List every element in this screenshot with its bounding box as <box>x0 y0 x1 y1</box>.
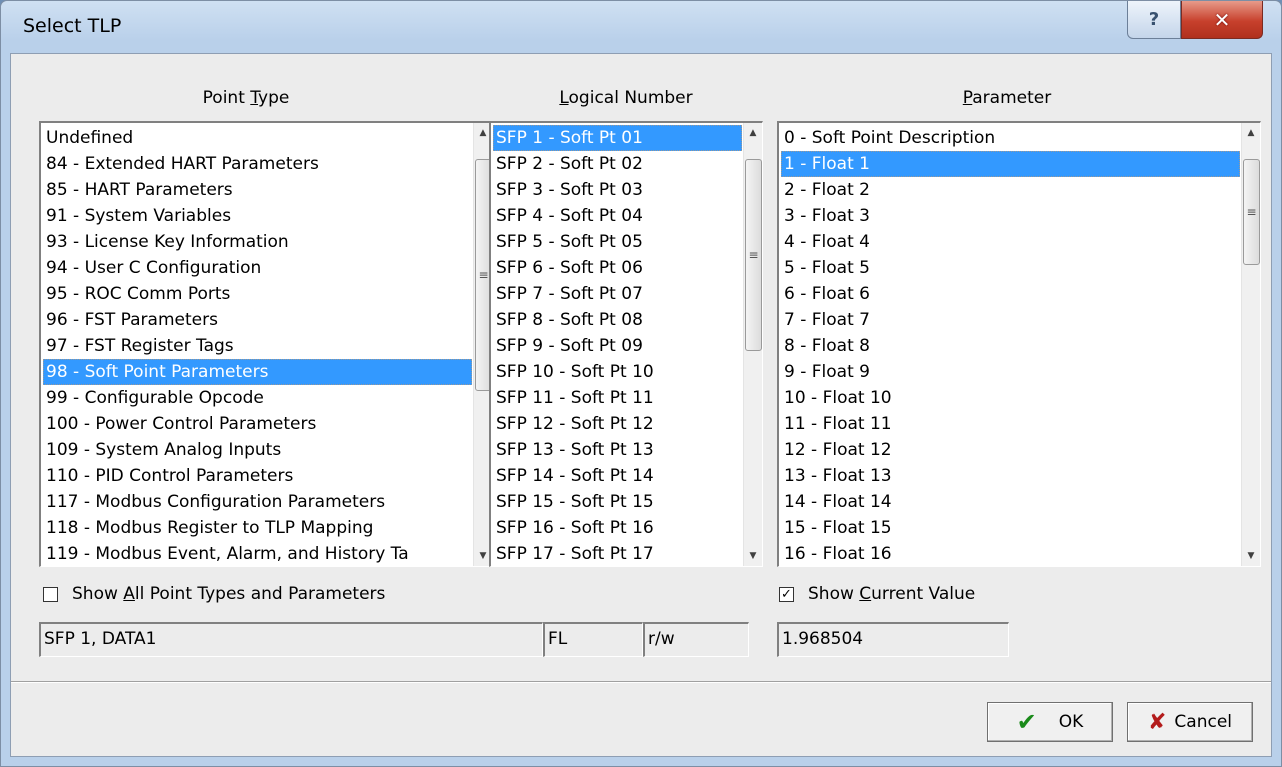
parameter-items: 0 - Soft Point Description 1 - Float 12 -… <box>781 125 1240 566</box>
point-type-item[interactable]: 96 - FST Parameters <box>43 307 472 333</box>
cancel-label: Cancel <box>1174 712 1233 732</box>
parameter-item[interactable]: 7 - Float 7 <box>781 307 1240 333</box>
logical-number-item[interactable]: SFP 2 - Soft Pt 02 <box>493 151 742 177</box>
logical-number-item[interactable]: SFP 3 - Soft Pt 03 <box>493 177 742 203</box>
parameter-item[interactable]: 8 - Float 8 <box>781 333 1240 359</box>
logical-number-item[interactable]: SFP 6 - Soft Pt 06 <box>493 255 742 281</box>
help-icon: ? <box>1148 9 1160 30</box>
point-type-item[interactable]: 117 - Modbus Configuration Parameters <box>43 489 472 515</box>
logical-number-item[interactable]: SFP 9 - Soft Pt 09 <box>493 333 742 359</box>
point-type-item[interactable]: 91 - System Variables <box>43 203 472 229</box>
parameter-item[interactable]: 12 - Float 12 <box>781 437 1240 463</box>
logical-number-item[interactable]: SFP 1 - Soft Pt 01 <box>493 125 742 151</box>
show-all-checkbox[interactable] <box>43 586 58 602</box>
point-type-header: Point Type <box>202 88 290 108</box>
separator-line <box>11 681 1271 683</box>
point-type-item[interactable]: 118 - Modbus Register to TLP Mapping <box>43 515 472 541</box>
parameter-listbox[interactable]: 0 - Soft Point Description 1 - Float 12 -… <box>777 121 1261 567</box>
logical-number-items: SFP 1 - Soft Pt 01 SFP 2 - Soft Pt 02 SFP … <box>493 125 742 566</box>
logical-number-scrollbar[interactable]: ▲ ≡ ▼ <box>743 123 762 566</box>
close-icon: ✕ <box>1213 7 1231 32</box>
close-button[interactable]: ✕ <box>1181 1 1263 39</box>
logical-number-item[interactable]: SFP 4 - Soft Pt 04 <box>493 203 742 229</box>
parameter-item[interactable]: 3 - Float 3 <box>781 203 1240 229</box>
logical-number-item[interactable]: SFP 8 - Soft Pt 08 <box>493 307 742 333</box>
logical-number-item[interactable]: SFP 16 - Soft Pt 16 <box>493 515 742 541</box>
scroll-down-arrow-icon[interactable]: ▼ <box>1242 546 1260 566</box>
logical-number-item[interactable]: SFP 7 - Soft Pt 07 <box>493 281 742 307</box>
logical-number-item[interactable]: SFP 12 - Soft Pt 12 <box>493 411 742 437</box>
parameter-item[interactable]: 5 - Float 5 <box>781 255 1240 281</box>
parameter-item[interactable]: 11 - Float 11 <box>781 411 1240 437</box>
point-type-listbox[interactable]: Undefined 84 - Extended HART Parameters 85… <box>39 121 493 567</box>
parameter-item[interactable]: 16 - Float 16 <box>781 541 1240 566</box>
parameter-item[interactable]: 14 - Float 14 <box>781 489 1240 515</box>
ok-button[interactable]: ✔ OK <box>987 702 1113 742</box>
point-type-item[interactable]: 119 - Modbus Event, Alarm, and History T… <box>43 541 472 566</box>
point-type-item[interactable]: 93 - License Key Information <box>43 229 472 255</box>
point-type-item[interactable]: 95 - ROC Comm Ports <box>43 281 472 307</box>
help-button[interactable]: ? <box>1127 1 1181 39</box>
parameter-item[interactable]: 10 - Float 10 <box>781 385 1240 411</box>
logical-number-item[interactable]: SFP 17 - Soft Pt 17 <box>493 541 742 566</box>
point-type-item[interactable]: 85 - HART Parameters <box>43 177 472 203</box>
parameter-item[interactable]: 0 - Soft Point Description <box>781 125 1240 151</box>
tlp-name-field: SFP 1, DATA1 <box>39 622 543 657</box>
logical-number-item[interactable]: SFP 11 - Soft Pt 11 <box>493 385 742 411</box>
point-type-items: Undefined 84 - Extended HART Parameters 85… <box>43 125 472 566</box>
show-current-value-label: Show Current Value <box>808 584 976 604</box>
show-current-value-checkbox[interactable]: ✓ <box>779 586 794 602</box>
access-field: r/w <box>643 622 749 657</box>
check-icon: ✔ <box>1016 708 1037 736</box>
logical-number-item[interactable]: SFP 14 - Soft Pt 14 <box>493 463 742 489</box>
point-type-item[interactable]: Undefined <box>43 125 472 151</box>
current-value-field: 1.968504 <box>777 622 1009 657</box>
data-type-field: FL <box>543 622 643 657</box>
show-all-label: Show All Point Types and Parameters <box>72 584 386 604</box>
scroll-thumb[interactable]: ≡ <box>1243 159 1260 265</box>
point-type-item[interactable]: 109 - System Analog Inputs <box>43 437 472 463</box>
logical-number-header: Logical Number <box>559 88 693 108</box>
point-type-item[interactable]: 100 - Power Control Parameters <box>43 411 472 437</box>
point-type-item[interactable]: 99 - Configurable Opcode <box>43 385 472 411</box>
scroll-up-arrow-icon[interactable]: ▲ <box>1242 123 1260 143</box>
select-tlp-dialog: Select TLP ? ✕ Point Type Logical Number… <box>0 0 1282 767</box>
parameter-item[interactable]: 13 - Float 13 <box>781 463 1240 489</box>
parameter-item[interactable]: 6 - Float 6 <box>781 281 1240 307</box>
point-type-item[interactable]: 97 - FST Register Tags <box>43 333 472 359</box>
scroll-up-arrow-icon[interactable]: ▲ <box>744 123 762 143</box>
point-type-item[interactable]: 94 - User C Configuration <box>43 255 472 281</box>
point-type-item[interactable]: 98 - Soft Point Parameters <box>43 359 472 385</box>
logical-number-item[interactable]: SFP 10 - Soft Pt 10 <box>493 359 742 385</box>
point-type-item[interactable]: 84 - Extended HART Parameters <box>43 151 472 177</box>
parameter-item[interactable]: 2 - Float 2 <box>781 177 1240 203</box>
parameter-item[interactable]: 1 - Float 1 <box>781 151 1240 177</box>
window-title: Select TLP <box>23 15 122 37</box>
parameter-header: Parameter <box>962 88 1052 108</box>
show-current-value-option[interactable]: ✓ Show Current Value <box>779 584 975 604</box>
show-all-option[interactable]: Show All Point Types and Parameters <box>43 584 385 604</box>
parameter-item[interactable]: 4 - Float 4 <box>781 229 1240 255</box>
scroll-thumb[interactable]: ≡ <box>745 159 762 351</box>
ok-label: OK <box>1058 712 1084 732</box>
logical-number-item[interactable]: SFP 15 - Soft Pt 15 <box>493 489 742 515</box>
title-bar[interactable]: Select TLP ? ✕ <box>1 1 1281 53</box>
scroll-down-arrow-icon[interactable]: ▼ <box>744 546 762 566</box>
point-type-item[interactable]: 110 - PID Control Parameters <box>43 463 472 489</box>
parameter-scrollbar[interactable]: ▲ ≡ ▼ <box>1241 123 1260 566</box>
cancel-button[interactable]: ✘ Cancel <box>1127 702 1253 742</box>
logical-number-listbox[interactable]: SFP 1 - Soft Pt 01 SFP 2 - Soft Pt 02 SFP … <box>489 121 763 567</box>
logical-number-item[interactable]: SFP 5 - Soft Pt 05 <box>493 229 742 255</box>
x-icon: ✘ <box>1147 709 1167 735</box>
logical-number-item[interactable]: SFP 13 - Soft Pt 13 <box>493 437 742 463</box>
dialog-body: Point Type Logical Number Parameter Unde… <box>10 53 1272 757</box>
parameter-item[interactable]: 15 - Float 15 <box>781 515 1240 541</box>
parameter-item[interactable]: 9 - Float 9 <box>781 359 1240 385</box>
